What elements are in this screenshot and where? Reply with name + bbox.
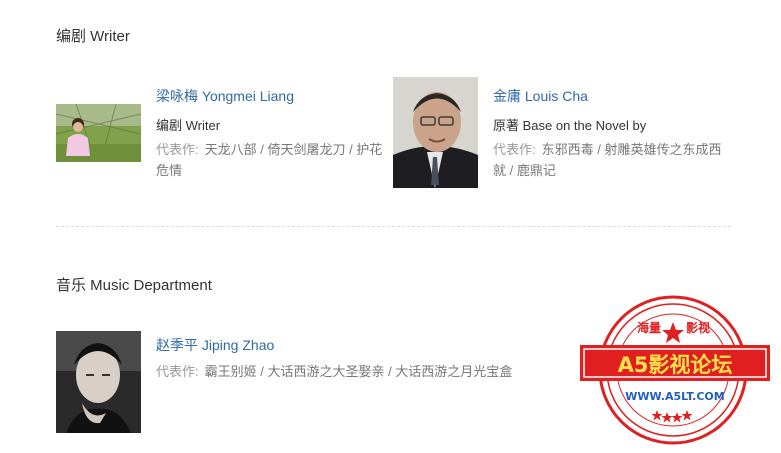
works-label: 代表作: bbox=[493, 142, 536, 157]
person-works-jiping-zhao: 代表作: 霸王别姬 / 大话西游之大圣娶亲 / 大话西游之月光宝盒 bbox=[156, 361, 576, 382]
watermark-top-right-text: 影视 bbox=[686, 320, 710, 335]
works-list: 霸王别姬 / 大话西游之大圣娶亲 / 大话西游之月光宝盒 bbox=[204, 364, 513, 379]
watermark-main-text: A5影视论坛 bbox=[618, 353, 733, 377]
section-title-writer: 编剧 Writer bbox=[56, 28, 130, 45]
person-name-louis-cha[interactable]: 金庸 Louis Cha bbox=[493, 86, 588, 106]
works-list: 天龙八部 / 倚天剑屠龙刀 / 护花 bbox=[204, 142, 383, 157]
works-label: 代表作: bbox=[156, 364, 199, 379]
person-role-louis-cha: 原著 Base on the Novel by bbox=[493, 118, 647, 133]
works-list-continued: 就 / 鹿鼎记 bbox=[493, 163, 556, 178]
person-works-yongmei-liang: 代表作: 天龙八部 / 倚天剑屠龙刀 / 护花 危情 bbox=[156, 139, 396, 181]
section-title-music: 音乐 Music Department bbox=[56, 277, 212, 294]
person-name-yongmei-liang[interactable]: 梁咏梅 Yongmei Liang bbox=[156, 86, 294, 106]
watermark-url: WWW.A5LT.COM bbox=[625, 390, 724, 403]
photo-louis-cha[interactable] bbox=[393, 77, 478, 188]
watermark-top-left-text: 海量 bbox=[637, 320, 661, 335]
person-works-louis-cha: 代表作: 东邪西毒 / 射雕英雄传之东成西 就 / 鹿鼎记 bbox=[493, 139, 738, 181]
works-list-continued: 危情 bbox=[156, 163, 183, 178]
photo-jiping-zhao[interactable] bbox=[56, 331, 141, 433]
works-list: 东邪西毒 / 射雕英雄传之东成西 bbox=[541, 142, 722, 157]
person-role-yongmei-liang: 编剧 Writer bbox=[156, 118, 221, 133]
works-label: 代表作: bbox=[156, 142, 199, 157]
photo-yongmei-liang[interactable] bbox=[56, 104, 141, 162]
section-divider bbox=[56, 226, 731, 227]
watermark-stamp: 海量 影视 A5影视论坛 WWW.A5LT.COM bbox=[577, 292, 773, 448]
person-name-jiping-zhao[interactable]: 赵季平 Jiping Zhao bbox=[156, 335, 274, 355]
